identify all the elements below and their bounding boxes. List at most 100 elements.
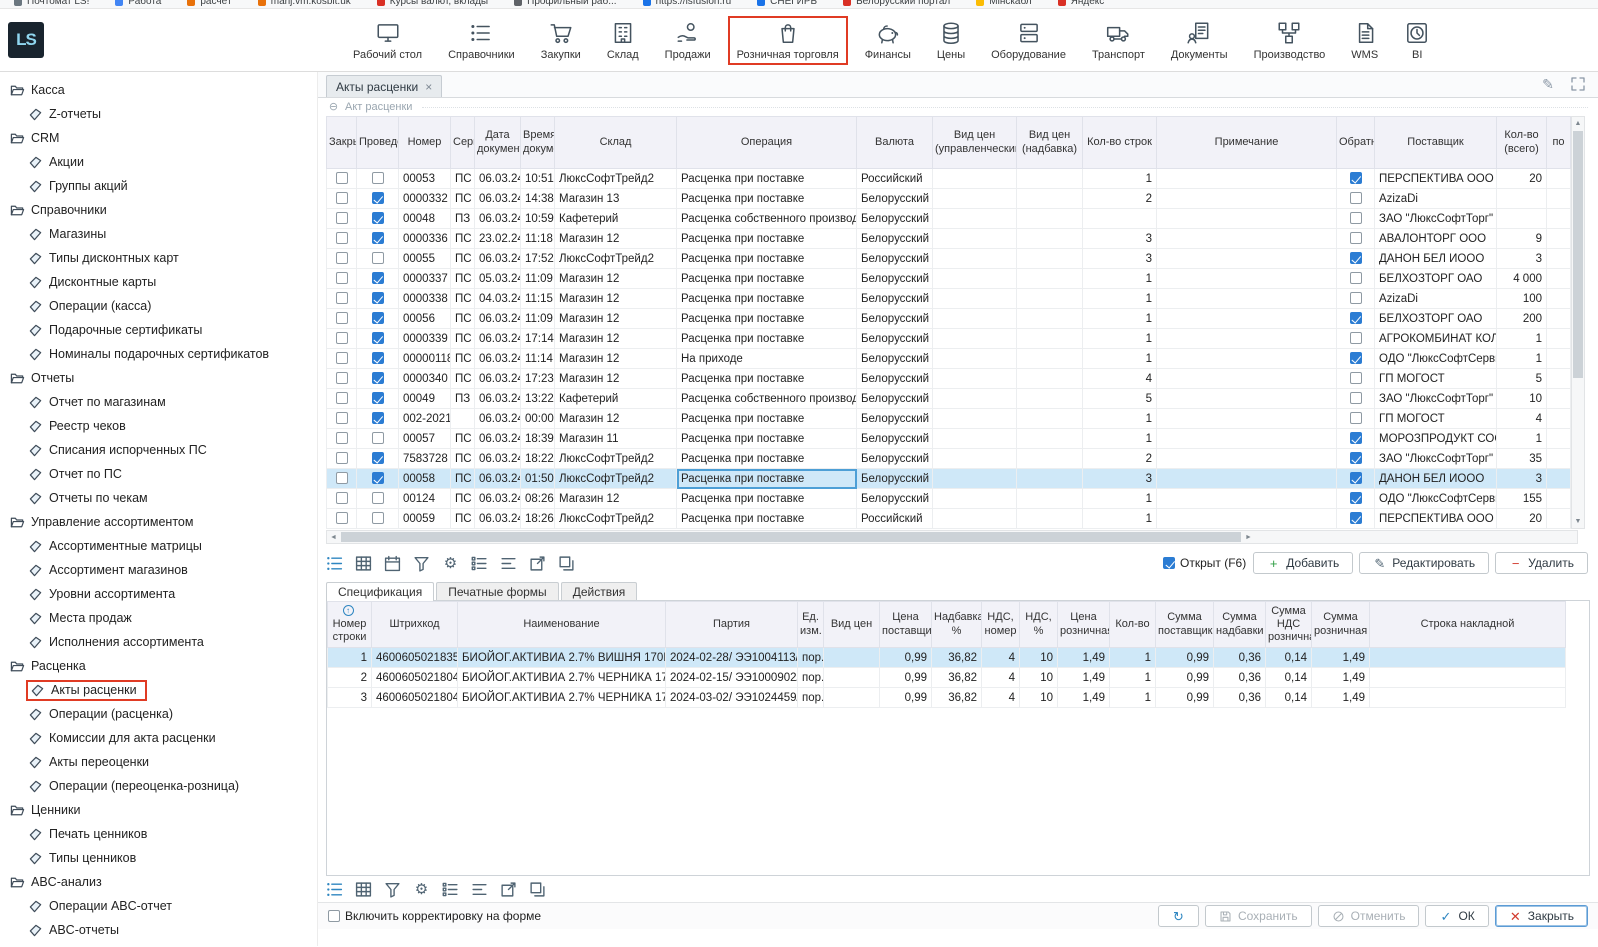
grid-cell[interactable]: 1 — [1083, 269, 1157, 289]
grid-cell[interactable]: 06.03.24 — [475, 349, 521, 369]
grid-cell[interactable]: 1 — [1110, 688, 1156, 708]
grid-cell[interactable]: Расценка при поставке — [677, 289, 857, 309]
grid-cell[interactable] — [933, 369, 1017, 389]
grid-cell[interactable] — [933, 249, 1017, 269]
grid-cell[interactable]: 00055 — [399, 249, 451, 269]
column-header[interactable]: Номер — [399, 117, 451, 169]
grid-cell[interactable] — [933, 389, 1017, 409]
tree-item[interactable]: Типы ценников — [0, 846, 317, 870]
grid-cell[interactable]: 0,36 — [1214, 648, 1266, 668]
grid-cell[interactable]: ПЕРСПЕКТИВА ООО — [1375, 509, 1497, 529]
grid-cell[interactable] — [327, 469, 357, 489]
row-checkbox[interactable] — [336, 232, 348, 244]
grid-cell[interactable]: 1 — [1083, 349, 1157, 369]
grid-cell[interactable]: МОРОЗПРОДУКТ СООО — [1375, 429, 1497, 449]
grid-cell[interactable] — [1547, 249, 1571, 269]
grid-cell[interactable]: 36,82 — [932, 668, 982, 688]
grid-cell[interactable] — [824, 688, 880, 708]
grid-cell[interactable]: 00058 — [399, 469, 451, 489]
edit-button[interactable]: ✎Редактировать — [1359, 552, 1489, 574]
row-checkbox[interactable] — [1350, 192, 1362, 204]
grid-cell[interactable] — [357, 349, 399, 369]
grid-cell[interactable]: 36,82 — [932, 648, 982, 668]
tree-item[interactable]: Акты расценки — [0, 678, 317, 702]
grid-cell[interactable]: ПС — [451, 329, 475, 349]
grid-cell[interactable]: ЛюксСофтТрейд2 — [555, 509, 677, 529]
column-header[interactable]: Кол-во — [1110, 602, 1156, 648]
grid-cell[interactable]: 10 — [1020, 668, 1058, 688]
row-checkbox[interactable] — [1350, 432, 1362, 444]
grid-cell[interactable] — [357, 409, 399, 429]
bookmark-item[interactable]: Мінскабл — [976, 0, 1031, 7]
tree-item[interactable]: Отчеты по чекам — [0, 486, 317, 510]
tree-item[interactable]: ABC-отчеты — [0, 918, 317, 942]
grid-cell[interactable]: 17:52 — [521, 249, 555, 269]
horizontal-scrollbar[interactable]: ◄ ► — [326, 530, 1578, 544]
grid-cell[interactable]: 5 — [1083, 389, 1157, 409]
row-checkbox[interactable] — [1350, 232, 1362, 244]
column-header[interactable]: по — [1547, 117, 1571, 169]
tree-item[interactable]: Комиссии для акта расценки — [0, 726, 317, 750]
grid-cell[interactable] — [1157, 309, 1337, 329]
grid-cell[interactable]: Белорусский — [857, 229, 933, 249]
grid-cell[interactable]: 3 — [1083, 229, 1157, 249]
nav-item-cart[interactable]: Закупки — [532, 16, 590, 65]
grid-cell[interactable]: Белорусский — [857, 289, 933, 309]
bookmark-item[interactable]: расчёт — [187, 0, 231, 7]
row-checkbox[interactable] — [336, 412, 348, 424]
table-row[interactable]: 0000340ПС06.03.2417:23Магазин 12Расценка… — [327, 369, 1571, 389]
bookmark-item[interactable]: Работа — [115, 0, 161, 7]
column-header[interactable]: Сумма НДС розничная — [1266, 602, 1312, 648]
grid-cell[interactable] — [1017, 349, 1083, 369]
nav-item-piggy-bank[interactable]: Финансы — [856, 16, 920, 65]
bookmark-item[interactable]: Белорусский портал — [843, 0, 950, 7]
grid-cell[interactable] — [1157, 369, 1337, 389]
tree-folder[interactable]: Отчеты — [0, 366, 317, 390]
grid-cell[interactable] — [1370, 648, 1566, 668]
nav-item-bi[interactable]: BI — [1395, 16, 1439, 65]
grid-cell[interactable] — [1547, 329, 1571, 349]
grid-cell[interactable] — [1157, 409, 1337, 429]
grid-cell[interactable] — [1337, 489, 1375, 509]
row-checkbox[interactable] — [1350, 372, 1362, 384]
grid-cell[interactable]: 1 — [1083, 409, 1157, 429]
grid-cell[interactable]: 06.03.24 — [475, 369, 521, 389]
column-header[interactable]: Дата документа — [475, 117, 521, 169]
grid-cell[interactable] — [357, 469, 399, 489]
grid-cell[interactable]: Белорусский — [857, 449, 933, 469]
tree-item[interactable]: Места продаж — [0, 606, 317, 630]
grid-cell[interactable]: 3 — [328, 688, 372, 708]
row-checkbox[interactable] — [336, 252, 348, 264]
grid-cell[interactable]: 0000340 — [399, 369, 451, 389]
grid-cell[interactable]: 35 — [1497, 449, 1547, 469]
grid-cell[interactable]: Магазин 12 — [555, 289, 677, 309]
grid-cell[interactable]: 4600605021835 — [372, 648, 458, 668]
grid-cell[interactable]: 1 — [328, 648, 372, 668]
grid-cell[interactable]: ПС — [451, 169, 475, 189]
grid-cell[interactable]: ПС — [451, 229, 475, 249]
tree-item[interactable]: Уровни ассортимента — [0, 582, 317, 606]
grid-cell[interactable] — [327, 209, 357, 229]
row-checkbox[interactable] — [372, 312, 384, 324]
grid-cell[interactable]: Российский — [857, 169, 933, 189]
grid-cell[interactable]: Расценка при поставке — [677, 509, 857, 529]
table-row[interactable]: 14600605021835БИОЙОГ.АКТИВИА 2.7% ВИШНЯ … — [328, 648, 1566, 668]
grid-cell[interactable] — [933, 509, 1017, 529]
tree-item[interactable]: Группы акций — [0, 174, 317, 198]
grid-cell[interactable] — [327, 369, 357, 389]
grid-cell[interactable]: Белорусский — [857, 429, 933, 449]
grid-cell[interactable]: Магазин 12 — [555, 369, 677, 389]
column-header[interactable]: Штрихкод — [372, 602, 458, 648]
grid-cell[interactable] — [1017, 369, 1083, 389]
column-header[interactable]: Цена розничная — [1058, 602, 1110, 648]
grid-cell[interactable] — [1547, 269, 1571, 289]
row-checkbox[interactable] — [1350, 252, 1362, 264]
nav-item-production[interactable]: Производство — [1245, 16, 1335, 65]
grid-cell[interactable]: 06.03.24 — [475, 189, 521, 209]
grid-cell[interactable]: БЕЛХОЗТОРГ ОАО — [1375, 309, 1497, 329]
grid-cell[interactable] — [357, 289, 399, 309]
grid-cell[interactable]: 3 — [1497, 469, 1547, 489]
row-checkbox[interactable] — [336, 392, 348, 404]
tree-item[interactable]: Исполнения ассортимента — [0, 630, 317, 654]
grid-cell[interactable]: 3 — [1083, 469, 1157, 489]
